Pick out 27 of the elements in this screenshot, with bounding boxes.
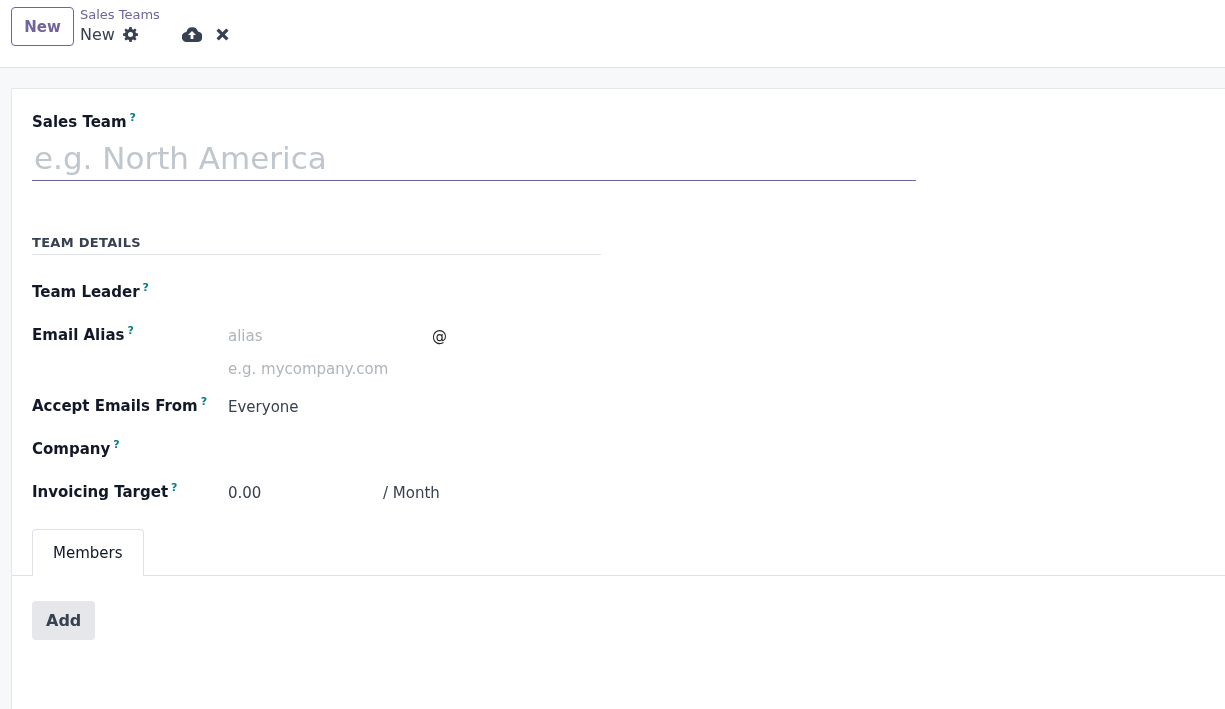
amount-value[interactable]: 0.00: [228, 481, 383, 502]
section-title: TEAM DETAILS: [32, 235, 601, 255]
help-tooltip-mark[interactable]: ?: [171, 481, 178, 494]
field-label: Email Alias $^{?}$: [32, 324, 135, 344]
add-button[interactable]: Add: [32, 601, 96, 640]
domain-input[interactable]: e.g. mycompany.com: [228, 357, 428, 378]
new-button[interactable]: New: [11, 7, 74, 46]
close-icon[interactable]: [215, 27, 229, 41]
cloud-upload-icon[interactable]: [181, 26, 202, 42]
field-label: Accept Emails From $^{?}$: [32, 395, 209, 415]
help-tooltip-mark[interactable]: ?: [129, 111, 136, 124]
alias-input[interactable]: alias: [228, 324, 428, 345]
field-label: Invoicing Target $^{?}$: [32, 481, 179, 501]
field-label: Company $^{?}$: [32, 438, 121, 458]
help-tooltip-mark[interactable]: ?: [113, 438, 120, 451]
at-sign: @: [432, 326, 447, 345]
field-label: Team Leader $^{?}$: [32, 281, 150, 301]
field-value[interactable]: Everyone: [228, 395, 1225, 416]
field-label: Sales Team $^{?}$: [32, 113, 136, 131]
help-tooltip-mark[interactable]: ?: [127, 324, 134, 337]
settings-icon[interactable]: [122, 26, 138, 42]
breadcrumb-link[interactable]: Sales Teams: [80, 7, 229, 23]
help-tooltip-mark[interactable]: ?: [142, 281, 149, 294]
tab[interactable]: Members: [32, 529, 144, 576]
record-title: New: [80, 24, 115, 44]
help-tooltip-mark[interactable]: ?: [200, 395, 208, 408]
period-suffix: / Month: [383, 483, 440, 502]
